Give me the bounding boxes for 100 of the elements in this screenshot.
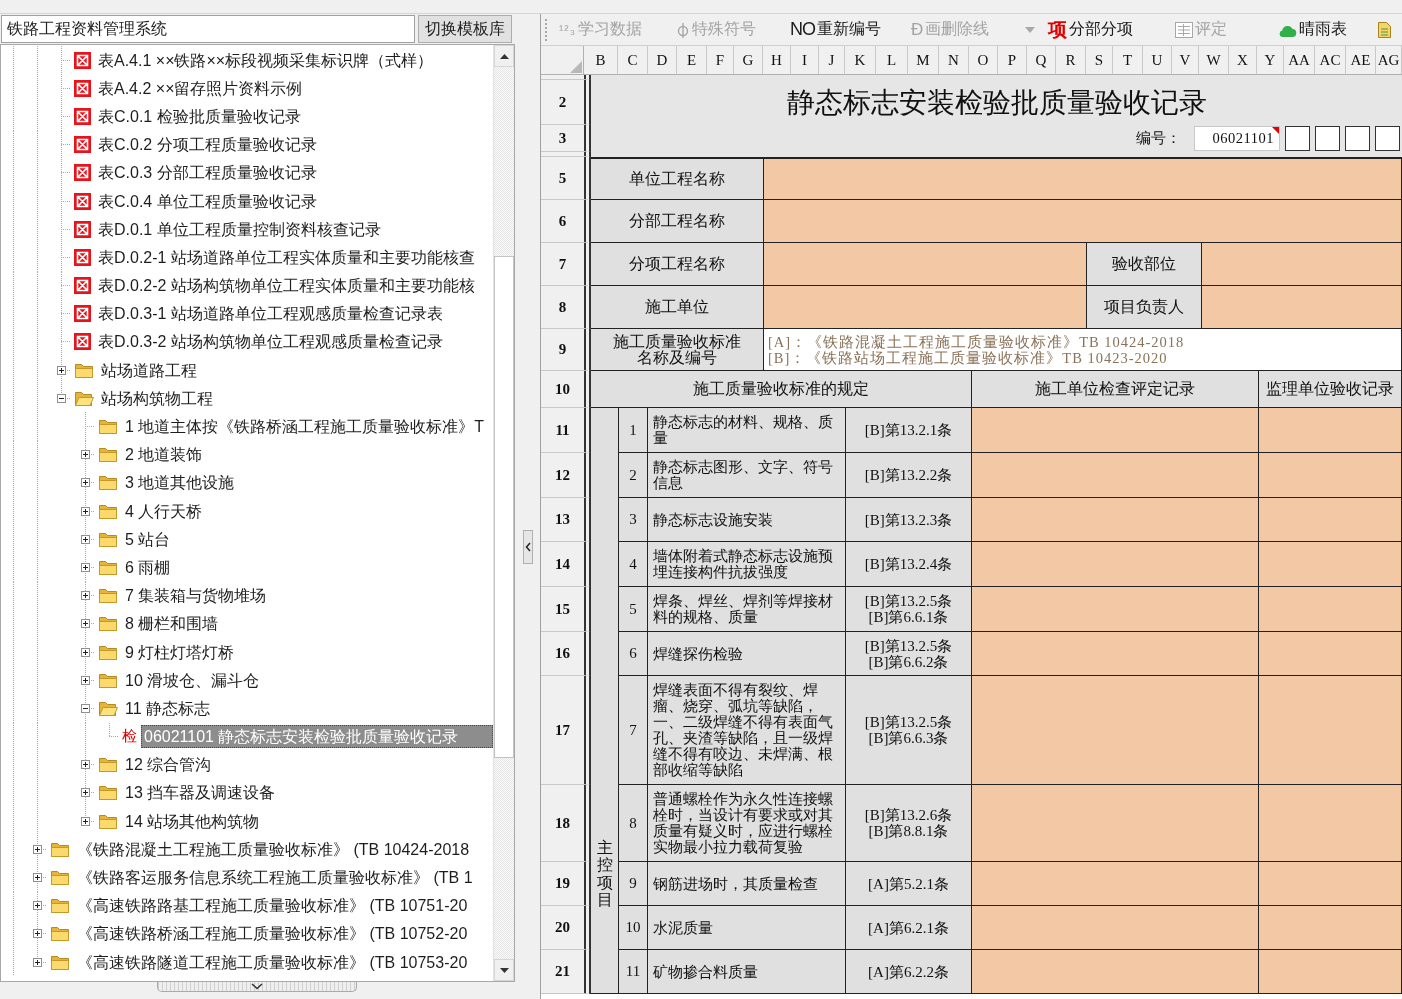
input-field[interactable] <box>764 200 1402 243</box>
row-number[interactable]: 8 <box>541 286 591 329</box>
tree-item[interactable]: 11 静态标志 <box>122 696 214 720</box>
tree-item[interactable]: 3 地道其他设施 <box>122 471 238 495</box>
expand-icon[interactable] <box>81 506 90 516</box>
row-number[interactable]: 19 <box>541 862 591 906</box>
input-field[interactable] <box>972 906 1259 950</box>
tree-item[interactable]: 10 滑坡仓、漏斗仓 <box>122 668 263 692</box>
input-field[interactable] <box>1259 498 1402 542</box>
tree-item[interactable]: 表D.0.1 单位工程质量控制资料核查记录 <box>95 217 384 241</box>
expand-icon[interactable] <box>81 591 90 601</box>
tree-item[interactable]: 5 站台 <box>122 527 174 551</box>
toolbar-button[interactable]: NO重新编号 <box>786 17 884 42</box>
expand-icon[interactable] <box>33 901 42 911</box>
row-number[interactable]: 17 <box>541 676 591 785</box>
switch-template-button[interactable]: 切换模板库 <box>418 15 512 43</box>
tree-item[interactable]: 站场道路工程 <box>98 358 200 382</box>
input-field[interactable] <box>1259 906 1402 950</box>
tree-item[interactable]: 8 栅栏和围墙 <box>122 612 222 636</box>
tree-item[interactable]: 4 人行天桥 <box>122 499 206 523</box>
expand-icon[interactable] <box>81 816 90 826</box>
column-header[interactable]: AA <box>1284 46 1315 74</box>
tree-item[interactable]: 站场构筑物工程 <box>98 386 216 410</box>
toolbar-button[interactable] <box>1378 21 1392 38</box>
column-header[interactable]: AC <box>1315 46 1346 74</box>
expand-icon[interactable] <box>33 873 42 883</box>
column-header[interactable]: P <box>998 46 1027 74</box>
input-field[interactable] <box>1259 676 1402 785</box>
row-number[interactable]: 12 <box>541 453 591 498</box>
expand-icon[interactable] <box>33 929 42 939</box>
code-field[interactable]: 06021101 <box>1194 126 1280 151</box>
input-field[interactable] <box>1259 632 1402 676</box>
column-header[interactable]: X <box>1229 46 1257 74</box>
input-field[interactable] <box>1259 408 1402 453</box>
input-field[interactable] <box>1202 286 1402 329</box>
input-field[interactable] <box>764 286 1087 329</box>
tree-item[interactable]: 《铁路客运服务信息系统工程施工质量验收标准》 (TB 1 <box>74 866 476 890</box>
column-header[interactable]: I <box>791 46 819 74</box>
expand-icon[interactable] <box>81 562 90 572</box>
tree-item[interactable]: 表D.0.2-2 站场构筑物单位工程实体质量和主要功能核 <box>95 274 478 298</box>
input-field[interactable] <box>1259 587 1402 632</box>
input-field[interactable] <box>1202 243 1402 286</box>
column-header[interactable]: F <box>707 46 734 74</box>
tree-item[interactable]: 表C.0.4 单位工程质量验收记录 <box>95 189 320 213</box>
digit-field[interactable] <box>1345 126 1370 151</box>
row-number[interactable]: 13 <box>541 498 591 542</box>
tree-item[interactable]: 表A.4.2 ××留存照片资料示例 <box>95 76 306 100</box>
column-header[interactable]: Q <box>1027 46 1056 74</box>
column-header[interactable]: K <box>845 46 876 74</box>
tree-item[interactable]: 2 地道装饰 <box>122 443 206 467</box>
tree-item[interactable]: 13 挡车器及调速设备 <box>122 781 279 805</box>
column-header[interactable]: AE <box>1346 46 1376 74</box>
input-field[interactable] <box>972 676 1259 785</box>
row-number[interactable]: 5 <box>541 157 591 200</box>
column-header[interactable]: T <box>1113 46 1143 74</box>
column-header[interactable]: D <box>648 46 677 74</box>
tree-item[interactable]: 表D.0.3-2 站场构筑物单位工程观感质量检查记录 <box>95 330 446 354</box>
column-header[interactable]: C <box>618 46 648 74</box>
row-number[interactable]: 3 <box>541 125 591 152</box>
input-field[interactable] <box>972 950 1259 994</box>
input-field[interactable] <box>972 632 1259 676</box>
tree-item[interactable]: 9 灯柱灯塔灯桥 <box>122 640 238 664</box>
expand-icon[interactable] <box>81 788 90 798</box>
column-header[interactable]: M <box>908 46 939 74</box>
tree-item[interactable]: 《铁路混凝土工程施工质量验收标准》 (TB 10424-2018 <box>74 837 473 861</box>
toolbar-button[interactable]: 项分部分项 <box>1045 14 1137 45</box>
expand-icon[interactable] <box>81 450 90 460</box>
input-field[interactable] <box>972 542 1259 587</box>
collapse-icon[interactable] <box>57 393 66 403</box>
tree-item[interactable]: 14 站场其他构筑物 <box>122 809 263 833</box>
expand-icon[interactable] <box>33 844 42 854</box>
tree-item[interactable]: 6 雨棚 <box>122 555 174 579</box>
row-number[interactable]: 7 <box>541 243 591 286</box>
column-header[interactable]: S <box>1086 46 1113 74</box>
row-number[interactable]: 9 <box>541 329 591 371</box>
input-field[interactable] <box>972 785 1259 862</box>
column-header[interactable]: R <box>1056 46 1086 74</box>
tree-item[interactable]: 表A.4.1 ××铁路××标段视频采集标识牌（式样） <box>95 48 437 72</box>
input-field[interactable] <box>1259 950 1402 994</box>
input-field[interactable] <box>972 453 1259 498</box>
column-header[interactable]: H <box>763 46 791 74</box>
column-header[interactable]: J <box>819 46 845 74</box>
tree-item[interactable]: 表D.0.2-1 站场道路单位工程实体质量和主要功能核查 <box>95 245 478 269</box>
column-header[interactable]: Y <box>1257 46 1284 74</box>
column-header[interactable]: O <box>969 46 998 74</box>
tree-item[interactable]: 表C.0.2 分项工程质量验收记录 <box>95 133 320 157</box>
splitter-handle[interactable] <box>522 530 533 564</box>
column-header[interactable]: B <box>584 46 618 74</box>
scroll-down-button[interactable] <box>494 959 514 981</box>
digit-field[interactable] <box>1285 126 1310 151</box>
input-field[interactable] <box>972 498 1259 542</box>
digit-field[interactable] <box>1315 126 1340 151</box>
column-header[interactable]: V <box>1172 46 1199 74</box>
row-number[interactable]: 21 <box>541 950 591 994</box>
tree-item[interactable]: 《高速铁路路基工程施工质量验收标准》 (TB 10751-20 <box>74 894 471 918</box>
input-field[interactable] <box>764 243 1087 286</box>
input-field[interactable] <box>972 408 1259 453</box>
column-header[interactable]: N <box>939 46 969 74</box>
row-number[interactable]: 2 <box>541 80 591 125</box>
collapse-icon[interactable] <box>81 703 90 713</box>
